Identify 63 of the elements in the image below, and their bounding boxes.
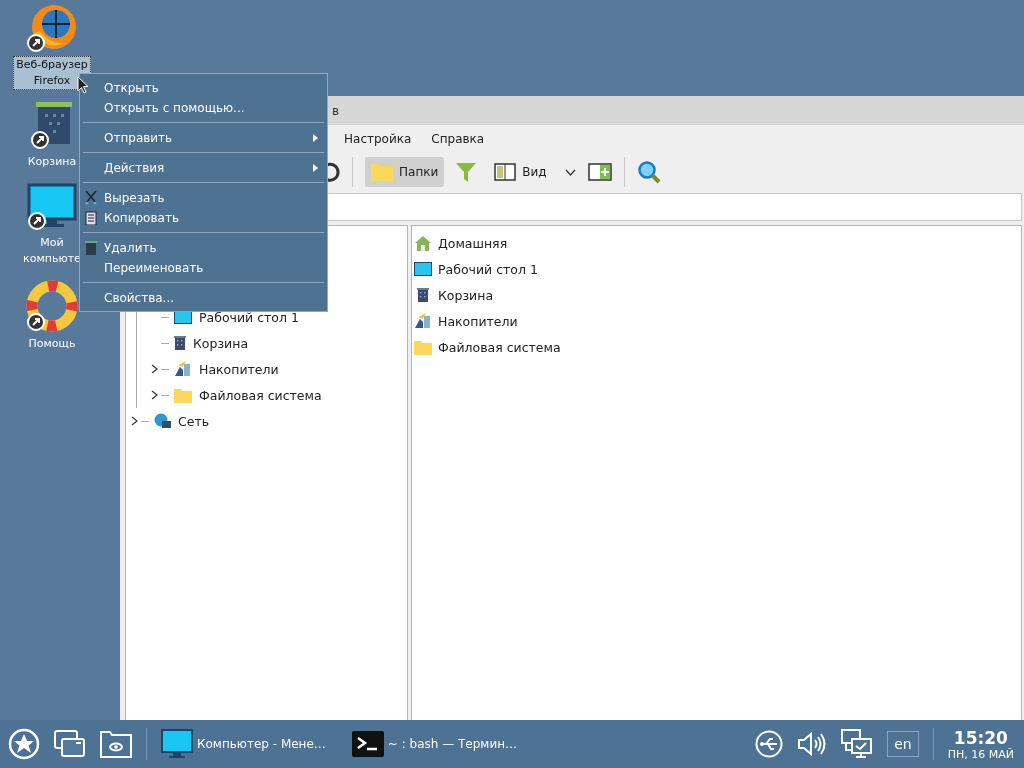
task-button[interactable]: Компьютер - Мене…	[161, 729, 326, 759]
terminal-icon	[351, 731, 384, 757]
trash-icon[interactable]	[30, 102, 74, 150]
volume-icon[interactable]	[797, 731, 828, 757]
submenu-arrow-icon	[313, 134, 318, 142]
menu-item[interactable]: Открыть с помощью...	[80, 98, 327, 118]
task-button[interactable]: ~ : bash — Термин…	[351, 731, 518, 757]
folder-icon	[174, 387, 192, 403]
tree-item[interactable]: Файловая система	[151, 382, 407, 408]
search-icon[interactable]	[636, 160, 661, 184]
menu-item[interactable]: Свойства...	[80, 288, 327, 308]
menu-item[interactable]: Копировать	[80, 208, 327, 228]
trash-icon	[85, 241, 97, 255]
split-view-icon[interactable]	[587, 163, 612, 181]
caret-icon[interactable]	[564, 168, 576, 176]
monitor-icon	[161, 729, 193, 759]
menu-item[interactable]: Вырезать	[80, 188, 327, 208]
place-item[interactable]: Корзина	[412, 282, 1021, 308]
clipboard-icon	[85, 211, 97, 225]
clock-time[interactable]: 15:20	[953, 727, 1008, 748]
folders-button[interactable]: Папки	[365, 157, 445, 187]
view-button[interactable]: Вид	[488, 157, 553, 187]
place-item[interactable]: Файловая система	[412, 334, 1021, 360]
drives-icon	[174, 361, 192, 377]
tree-item[interactable]: Корзина	[151, 330, 407, 356]
monitor-icon[interactable]	[27, 183, 77, 231]
drives-icon	[414, 313, 432, 329]
place-item[interactable]: Домашняя	[412, 230, 1021, 256]
menu-item[interactable]: Настройка	[344, 131, 412, 146]
icon-label: Корзина	[26, 154, 78, 170]
trash-icon	[174, 336, 186, 350]
home-icon	[415, 235, 431, 251]
menu-item[interactable]: Удалить	[80, 238, 327, 258]
submenu-arrow-icon	[313, 164, 318, 172]
network-icon[interactable]	[841, 729, 874, 759]
mouse-pointer-icon	[77, 76, 89, 94]
place-item[interactable]: Рабочий стол 1	[412, 256, 1021, 282]
menu-item[interactable]: Отправить	[80, 128, 327, 148]
trash-icon	[417, 288, 429, 302]
window-title: в	[332, 103, 340, 118]
clock-date[interactable]: ПН, 16 МАЙ	[947, 747, 1014, 761]
place-item[interactable]: Накопители	[412, 308, 1021, 334]
globe-icon	[154, 413, 171, 429]
scissors-icon	[85, 191, 97, 205]
icon-label: Веб-браузер Firefox	[13, 56, 91, 90]
columns-icon	[494, 163, 517, 181]
folder-icon	[371, 163, 393, 181]
monitor-icon	[414, 262, 432, 276]
globe-fox-icon[interactable]	[26, 3, 78, 53]
folder-icon	[414, 339, 432, 355]
folder-eye-icon[interactable]	[100, 730, 132, 758]
usb-icon[interactable]	[755, 730, 784, 758]
lifebuoy-icon[interactable]	[26, 280, 78, 332]
keyboard-layout-indicator[interactable]: en	[887, 731, 919, 757]
icon-label: Мой компьюте	[22, 235, 82, 267]
tree-item[interactable]: Сеть	[126, 408, 407, 434]
windows-icon[interactable]	[54, 730, 86, 758]
tree-item[interactable]: Накопители	[151, 356, 407, 382]
star-launcher-icon[interactable]	[8, 728, 40, 760]
menu-item[interactable]: Переименовать	[80, 258, 327, 278]
menu-item[interactable]: Справка	[431, 131, 485, 146]
icon-label: Помощь	[27, 336, 77, 352]
menu-item[interactable]: Действия	[80, 158, 327, 178]
